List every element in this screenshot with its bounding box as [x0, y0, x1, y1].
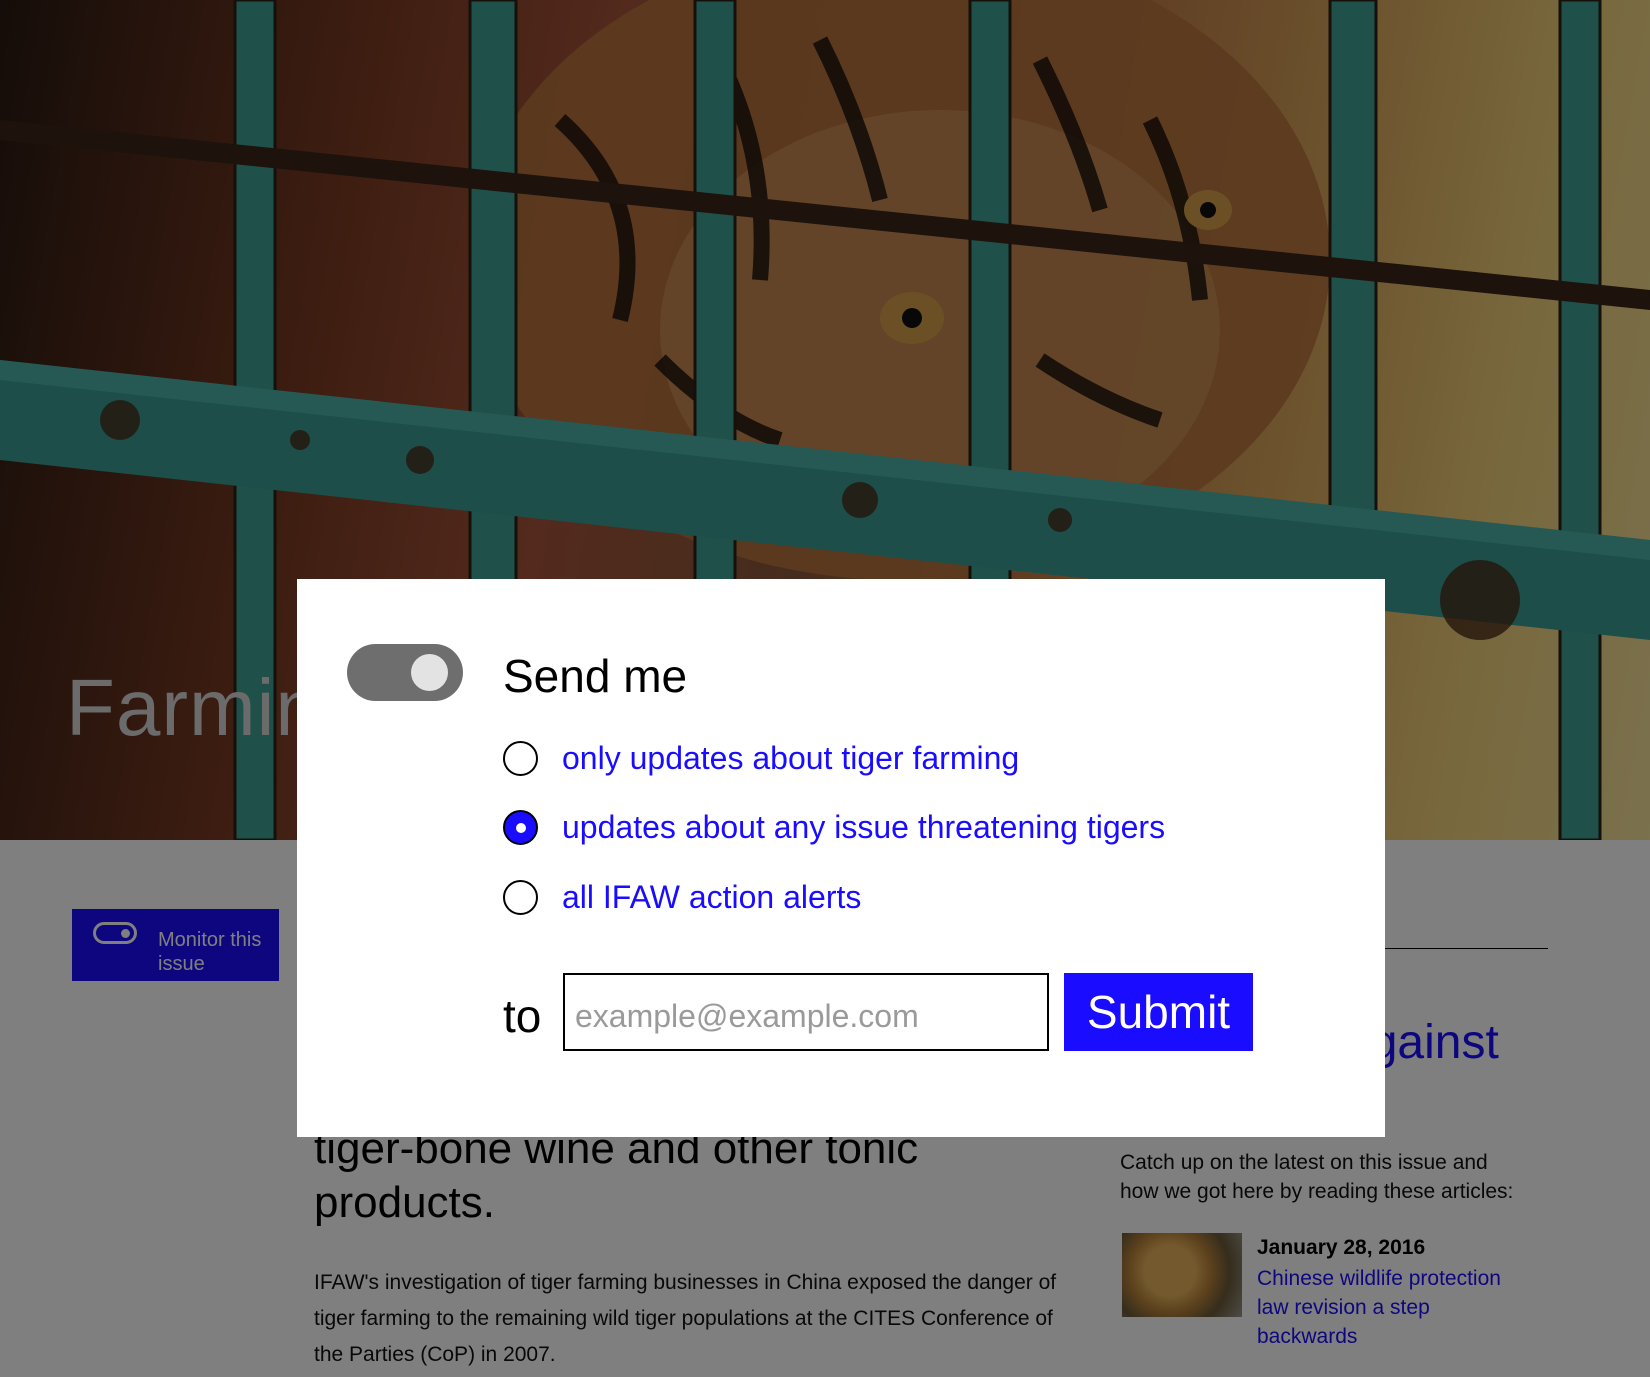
option-tiger-farming[interactable]: only updates about tiger farming [503, 740, 1019, 777]
subscribe-modal: Send me only updates about tiger farming… [297, 579, 1385, 1137]
radio-button[interactable] [503, 741, 538, 776]
radio-button[interactable] [503, 880, 538, 915]
option-label: only updates about tiger farming [562, 740, 1020, 776]
to-label: to [503, 990, 542, 1042]
email-field[interactable] [563, 973, 1049, 1051]
toggle-knob [411, 654, 448, 691]
option-any-tiger-issue[interactable]: updates about any issue threatening tige… [503, 809, 1165, 846]
option-all-alerts[interactable]: all IFAW action alerts [503, 879, 861, 916]
radio-button-selected[interactable] [503, 810, 538, 845]
send-me-label: Send me [503, 650, 688, 702]
send-me-toggle[interactable] [347, 644, 463, 701]
option-label: updates about any issue threatening tige… [562, 809, 1166, 845]
submit-button[interactable]: Submit [1064, 973, 1253, 1051]
option-label: all IFAW action alerts [562, 879, 862, 915]
